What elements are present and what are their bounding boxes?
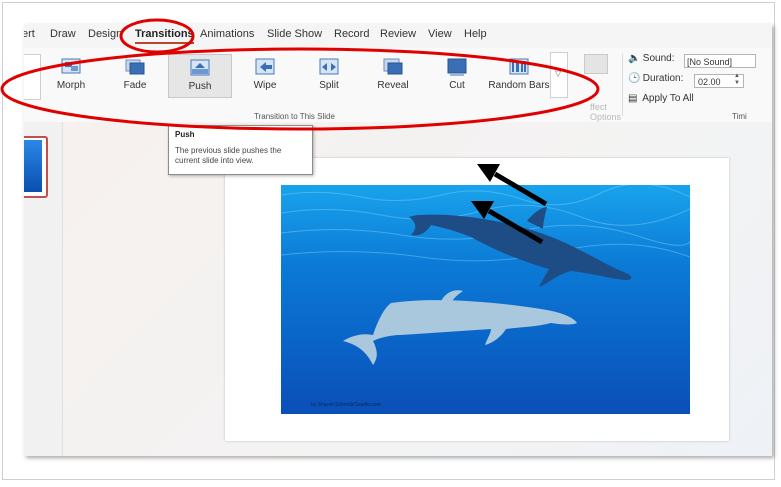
transition-reveal[interactable]: Reveal: [362, 54, 424, 98]
tab-draw[interactable]: Draw: [50, 28, 76, 40]
ribbon: Morph Fade Push Wipe Split Reveal Cut Ra…: [24, 48, 772, 123]
transition-morph[interactable]: Morph: [40, 54, 102, 98]
apply-all-icon: ▤: [628, 93, 638, 104]
tab-insert[interactable]: ert: [24, 28, 35, 40]
tab-slide-show[interactable]: Slide Show: [267, 28, 322, 40]
ribbon-divider: [622, 54, 623, 116]
transition-random-bars[interactable]: Random Bars: [488, 54, 550, 98]
transition-gallery: Morph Fade Push Wipe Split Reveal Cut Ra…: [40, 54, 552, 98]
random-bars-icon: [509, 58, 529, 75]
wipe-icon: [255, 58, 275, 75]
tab-record[interactable]: Record: [334, 28, 369, 40]
slide-thumbnail[interactable]: [24, 136, 48, 198]
dolphin-photo[interactable]: by Sharon Schmidt/Sealife.com: [281, 185, 690, 414]
effect-options-icon[interactable]: [584, 54, 608, 74]
tab-design[interactable]: Design: [88, 28, 122, 40]
push-icon: [190, 59, 210, 76]
transition-label: Cut: [449, 80, 465, 91]
clock-icon: 🕒: [628, 73, 641, 84]
transition-label: Random Bars: [488, 80, 550, 91]
tab-animations[interactable]: Animations: [200, 28, 254, 40]
photo-caption: by Sharon Schmidt/Sealife.com: [311, 402, 381, 408]
tooltip-title: Push: [175, 130, 195, 139]
transition-label: Split: [319, 80, 339, 91]
ribbon-tab-bar: ert Draw Design Transitions Animations S…: [24, 24, 772, 48]
push-tooltip: Push The previous slide pushes the curre…: [168, 125, 313, 175]
transition-cut[interactable]: Cut: [426, 54, 488, 98]
apply-all-label: Apply To All: [642, 93, 694, 104]
tooltip-body: The previous slide pushes the current sl…: [175, 146, 282, 165]
cut-icon: [447, 58, 467, 76]
transition-label: Wipe: [253, 80, 277, 91]
tab-review[interactable]: Review: [380, 28, 416, 40]
effect-options-label-line2: Options: [590, 112, 622, 122]
split-icon: [319, 58, 339, 75]
slide[interactable]: by Sharon Schmidt/Sealife.com: [225, 158, 729, 441]
chevron-down-icon: ▽: [555, 69, 562, 78]
transition-label: Fade: [123, 80, 147, 91]
slide-thumbnail-pane: [24, 122, 63, 456]
transition-split[interactable]: Split: [298, 54, 360, 98]
fade-icon: [125, 59, 145, 75]
transition-push[interactable]: Push: [168, 54, 232, 98]
transition-label: Morph: [56, 80, 86, 91]
powerpoint-window: ert Draw Design Transitions Animations S…: [24, 24, 772, 456]
speaker-icon: 🔈: [628, 53, 641, 64]
effect-options-label[interactable]: ffect Options: [590, 102, 630, 122]
reveal-icon: [383, 58, 403, 75]
transition-label: Reveal: [377, 80, 409, 91]
tab-help[interactable]: Help: [464, 28, 487, 40]
transition-wipe[interactable]: Wipe: [234, 54, 296, 98]
thumbnail-image: [24, 140, 42, 192]
transition-label: Push: [188, 81, 212, 92]
duration-spinner[interactable]: ▲ ▼: [734, 73, 740, 87]
apply-all-button[interactable]: ▤ Apply To All: [628, 93, 694, 109]
sound-label: Sound:: [642, 53, 675, 64]
effect-options-label-line1: ffect: [590, 102, 607, 112]
dolphin-image: by Sharon Schmidt/Sealife.com: [281, 185, 690, 414]
gallery-more-button[interactable]: ▽: [550, 52, 568, 98]
morph-icon: [61, 58, 81, 74]
timing-group: 🔈 Sound: [No Sound] 🕒 Duration: 02.00 ▲ ▼…: [628, 48, 772, 122]
group-label-transition: Transition to This Slide: [254, 112, 335, 121]
tab-view[interactable]: View: [428, 28, 452, 40]
group-label-timing: Timi: [732, 112, 747, 121]
tab-transitions[interactable]: Transitions: [135, 28, 194, 44]
transition-fade[interactable]: Fade: [104, 54, 166, 98]
sound-select[interactable]: [No Sound]: [684, 54, 756, 68]
duration-label: Duration:: [642, 73, 684, 84]
gallery-left-edge: [24, 54, 41, 100]
sound-row: 🔈 Sound: [No Sound]: [628, 53, 756, 69]
duration-row: 🕒 Duration: 02.00 ▲ ▼: [628, 73, 744, 89]
